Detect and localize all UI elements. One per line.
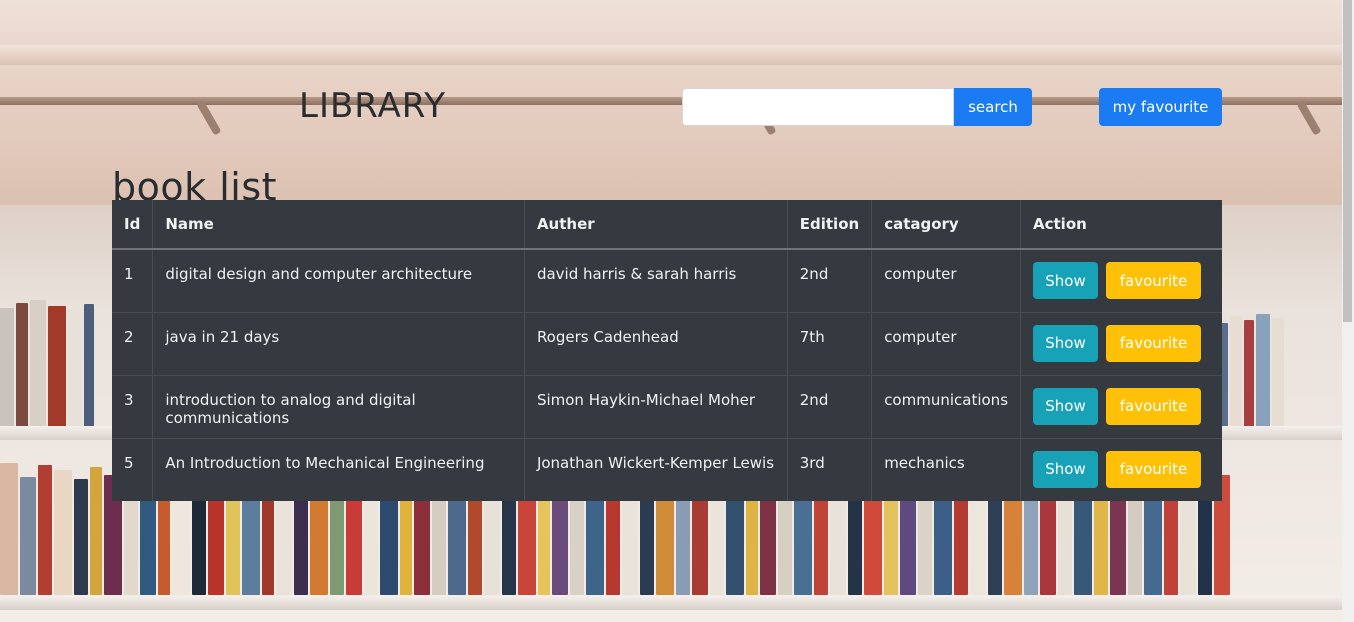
column-header-category: catagory: [871, 200, 1021, 250]
scrollbar-track[interactable]: [1342, 0, 1354, 622]
show-button[interactable]: Show: [1033, 450, 1099, 488]
cell-edition: 2nd: [786, 375, 872, 438]
cell-name: java in 21 days: [152, 312, 525, 375]
table-row: 3 introduction to analog and digital com…: [112, 375, 1222, 438]
cell-edition: 3rd: [786, 438, 872, 501]
cell-id: 2: [124, 327, 134, 346]
cell-id: 3: [124, 390, 134, 409]
table-row: 2 java in 21 days Rogers Cadenhead 7th c…: [112, 312, 1222, 375]
favourite-button[interactable]: favourite: [1106, 324, 1202, 362]
cell-actions: Show favourite: [1020, 312, 1222, 375]
column-header-edition: Edition: [786, 200, 872, 250]
column-header-action: Action: [1020, 200, 1222, 250]
table-row: 5 An Introduction to Mechanical Engineer…: [112, 438, 1222, 501]
table-header-row: Id Name Auther Edition catagory Action: [112, 200, 1222, 250]
cell-author: Simon Haykin-Michael Moher: [523, 375, 788, 438]
favourite-button[interactable]: favourite: [1106, 262, 1202, 299]
cell-author: Jonathan Wickert-Kemper Lewis: [523, 438, 788, 501]
cell-name: digital design and computer architecture: [152, 249, 525, 312]
cell-id: 1: [124, 265, 134, 283]
cell-author: david harris & sarah harris: [523, 249, 788, 312]
cell-id: 5: [124, 453, 134, 472]
search-form: search: [682, 88, 1032, 126]
column-header-id: Id: [112, 200, 153, 250]
cell-category: computer: [871, 312, 1021, 375]
show-button[interactable]: Show: [1033, 262, 1099, 299]
search-input[interactable]: [682, 88, 954, 126]
cell-actions: Show favourite: [1020, 249, 1222, 312]
scrollbar-thumb[interactable]: [1343, 0, 1352, 322]
cell-name: An Introduction to Mechanical Engineerin…: [152, 438, 525, 501]
column-header-name: Name: [152, 200, 525, 250]
cell-category: mechanics: [871, 438, 1021, 501]
cell-category: computer: [871, 249, 1021, 312]
cell-actions: Show favourite: [1020, 438, 1222, 501]
cell-author: Rogers Cadenhead: [523, 312, 788, 375]
favourite-button[interactable]: favourite: [1106, 450, 1202, 488]
cell-category: communications: [871, 375, 1021, 438]
cell-actions: Show favourite: [1020, 375, 1222, 438]
favourite-button[interactable]: favourite: [1106, 387, 1202, 425]
cell-name: introduction to analog and digital commu…: [152, 375, 525, 438]
books-table: Id Name Auther Edition catagory Action 1…: [112, 200, 1222, 501]
cell-edition: 2nd: [786, 249, 872, 312]
search-button[interactable]: search: [954, 88, 1032, 126]
my-favourite-button[interactable]: my favourite: [1099, 88, 1222, 126]
brand-title: LIBRARY: [299, 86, 447, 126]
show-button[interactable]: Show: [1033, 387, 1099, 425]
cell-edition: 7th: [786, 312, 872, 375]
column-header-author: Auther: [523, 200, 788, 250]
show-button[interactable]: Show: [1033, 324, 1099, 362]
table-row: 1 digital design and computer architectu…: [112, 249, 1222, 312]
